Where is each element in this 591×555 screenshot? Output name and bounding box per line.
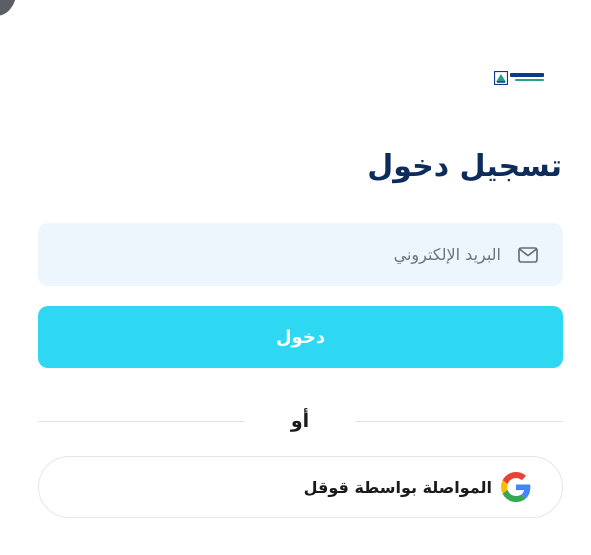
- email-field[interactable]: [38, 223, 563, 286]
- logo-wordmark: [510, 73, 544, 81]
- brand-logo: [493, 68, 544, 86]
- logo-mark-icon: [493, 70, 509, 86]
- login-button[interactable]: دخول: [38, 306, 563, 368]
- divider-line-left: [38, 421, 244, 422]
- page-title: تسجيل دخول: [367, 149, 562, 184]
- google-icon: [500, 471, 532, 503]
- email-input[interactable]: [38, 223, 501, 286]
- google-signin-button[interactable]: المواصلة بواسطة قوقل: [38, 456, 563, 518]
- or-divider-label: أو: [290, 410, 310, 432]
- google-signin-label: المواصلة بواسطة قوقل: [303, 477, 492, 497]
- divider-line-right: [356, 421, 563, 422]
- corner-decoration: [0, 0, 16, 16]
- mail-icon: [517, 246, 539, 264]
